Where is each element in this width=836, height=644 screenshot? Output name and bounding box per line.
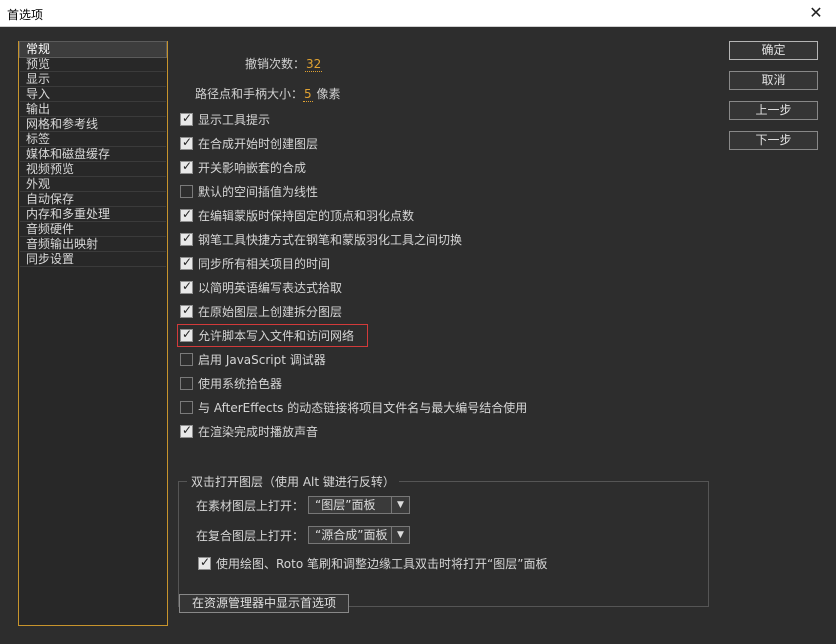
sidebar-item-output[interactable]: 输出 bbox=[20, 102, 166, 117]
comp-layer-row: 在复合图层上打开： “源合成”面板 ▼ bbox=[196, 526, 411, 544]
path-point-size-row: 路径点和手柄大小：5 像素 bbox=[195, 85, 341, 102]
highlight-box bbox=[177, 324, 368, 347]
sidebar-item-grids-guides[interactable]: 网格和参考线 bbox=[20, 117, 166, 132]
checkbox-icon[interactable] bbox=[180, 111, 193, 126]
sidebar-item-display[interactable]: 显示 bbox=[20, 72, 166, 87]
checkbox-icon[interactable] bbox=[180, 207, 193, 222]
undo-levels-label: 撤销次数： bbox=[245, 57, 306, 71]
checkbox-icon[interactable] bbox=[180, 352, 193, 366]
comp-layer-label: 在复合图层上打开： bbox=[196, 528, 305, 543]
checkbox-icon[interactable] bbox=[180, 376, 193, 390]
sidebar-item-audio-output[interactable]: 音频输出映射 bbox=[20, 237, 166, 252]
option-plain-english-pickwhip[interactable]: 以简明英语编写表达式拾取 bbox=[180, 278, 342, 296]
option-split-layers-above[interactable]: 在原始图层上创建拆分图层 bbox=[180, 302, 342, 320]
comp-layer-select[interactable]: “源合成”面板 ▼ bbox=[308, 526, 411, 544]
option-label: 同步所有相关项目的时间 bbox=[198, 256, 331, 271]
checkbox-icon[interactable] bbox=[180, 184, 193, 198]
checkbox-icon[interactable] bbox=[180, 231, 193, 246]
double-click-group: 双击打开图层（使用 Alt 键进行反转） 在素材图层上打开： “图层”面板 ▼ … bbox=[178, 473, 709, 607]
next-button[interactable]: 下一步 bbox=[729, 131, 818, 150]
option-preserve-vertex-count[interactable]: 在编辑蒙版时保持固定的顶点和羽化点数 bbox=[180, 206, 414, 224]
ok-button[interactable]: 确定 bbox=[729, 41, 818, 60]
sidebar-item-video-preview[interactable]: 视频预览 bbox=[20, 162, 166, 177]
preferences-dialog: 常规 预览 显示 导入 输出 网格和参考线 标签 媒体和磁盘缓存 视频预览 外观… bbox=[0, 27, 836, 644]
footage-layer-row: 在素材图层上打开： “图层”面板 ▼ bbox=[196, 496, 411, 514]
option-label: 钢笔工具快捷方式在钢笔和蒙版羽化工具之间切换 bbox=[198, 232, 463, 247]
checkbox-icon[interactable] bbox=[180, 159, 193, 174]
sidebar-item-sync[interactable]: 同步设置 bbox=[20, 252, 166, 267]
sidebar-item-previews[interactable]: 预览 bbox=[20, 57, 166, 72]
checkbox-icon[interactable] bbox=[180, 423, 193, 438]
option-label: 在原始图层上创建拆分图层 bbox=[198, 304, 343, 319]
path-point-size-value[interactable]: 5 bbox=[303, 87, 313, 102]
close-icon[interactable]: ✕ bbox=[806, 3, 826, 22]
option-label: 使用绘图、Roto 笔刷和调整边缘工具双击时将打开“图层”面板 bbox=[216, 556, 548, 571]
option-label: 在合成开始时创建图层 bbox=[198, 136, 319, 151]
sidebar-item-general[interactable]: 常规 bbox=[19, 41, 167, 58]
option-paint-opens-layer-panel[interactable]: 使用绘图、Roto 笔刷和调整边缘工具双击时将打开“图层”面板 bbox=[196, 554, 547, 572]
option-show-tooltips[interactable]: 显示工具提示 bbox=[180, 110, 270, 128]
option-label: 以简明英语编写表达式拾取 bbox=[198, 280, 343, 295]
checkbox-icon[interactable] bbox=[180, 255, 193, 270]
reveal-preferences-button[interactable]: 在资源管理器中显示首选项 bbox=[179, 594, 349, 613]
dropdown-arrow-icon[interactable]: ▼ bbox=[391, 527, 409, 543]
undo-levels-value[interactable]: 32 bbox=[305, 57, 323, 72]
comp-layer-value: “源合成”面板 bbox=[315, 528, 388, 542]
option-label: 显示工具提示 bbox=[198, 112, 271, 127]
checkbox-icon[interactable] bbox=[198, 555, 211, 570]
sidebar-item-media-cache[interactable]: 媒体和磁盘缓存 bbox=[20, 147, 166, 162]
dropdown-arrow-icon[interactable]: ▼ bbox=[391, 497, 409, 513]
group-legend: 双击打开图层（使用 Alt 键进行反转） bbox=[187, 473, 399, 490]
path-point-size-unit: 像素 bbox=[316, 87, 341, 101]
checkbox-icon[interactable] bbox=[180, 400, 193, 414]
option-dynamic-link-filenames[interactable]: 与 AfterEffects 的动态链接将项目文件名与最大编号结合使用 bbox=[180, 398, 527, 416]
undo-levels-row: 撤销次数：32 bbox=[245, 55, 323, 72]
option-label: 使用系统拾色器 bbox=[198, 376, 283, 391]
checkbox-icon[interactable] bbox=[180, 279, 193, 294]
option-label: 默认的空间插值为线性 bbox=[198, 184, 319, 199]
window-title: 首选项 bbox=[7, 8, 44, 22]
option-play-sound-on-render[interactable]: 在渲染完成时播放声音 bbox=[180, 422, 318, 440]
sidebar-item-labels[interactable]: 标签 bbox=[20, 132, 166, 147]
checkbox-icon[interactable] bbox=[180, 135, 193, 150]
cancel-button[interactable]: 取消 bbox=[729, 71, 818, 90]
option-label: 启用 JavaScript 调试器 bbox=[198, 352, 326, 367]
sidebar-item-appearance[interactable]: 外观 bbox=[20, 177, 166, 192]
option-pen-tool-shortcut[interactable]: 钢笔工具快捷方式在钢笔和蒙版羽化工具之间切换 bbox=[180, 230, 462, 248]
option-label: 在编辑蒙版时保持固定的顶点和羽化点数 bbox=[198, 208, 415, 223]
footage-layer-value: “图层”面板 bbox=[315, 498, 376, 512]
option-javascript-debugger[interactable]: 启用 JavaScript 调试器 bbox=[180, 350, 326, 368]
option-sync-time[interactable]: 同步所有相关项目的时间 bbox=[180, 254, 330, 272]
sidebar-item-auto-save[interactable]: 自动保存 bbox=[20, 192, 166, 207]
option-linear-interpolation[interactable]: 默认的空间插值为线性 bbox=[180, 182, 318, 200]
option-label: 在渲染完成时播放声音 bbox=[198, 424, 319, 439]
option-system-color-picker[interactable]: 使用系统拾色器 bbox=[180, 374, 282, 392]
sidebar-item-audio-hardware[interactable]: 音频硬件 bbox=[20, 222, 166, 237]
option-label: 开关影响嵌套的合成 bbox=[198, 160, 307, 175]
sidebar-item-memory[interactable]: 内存和多重处理 bbox=[20, 207, 166, 222]
category-list: 常规 预览 显示 导入 输出 网格和参考线 标签 媒体和磁盘缓存 视频预览 外观… bbox=[18, 41, 168, 626]
option-label: 与 AfterEffects 的动态链接将项目文件名与最大编号结合使用 bbox=[198, 400, 528, 415]
sidebar-item-import[interactable]: 导入 bbox=[20, 87, 166, 102]
option-switches-affect-nested[interactable]: 开关影响嵌套的合成 bbox=[180, 158, 306, 176]
option-create-layers-at-start[interactable]: 在合成开始时创建图层 bbox=[180, 134, 318, 152]
path-point-size-label: 路径点和手柄大小： bbox=[195, 87, 304, 101]
footage-layer-label: 在素材图层上打开： bbox=[196, 498, 305, 513]
footage-layer-select[interactable]: “图层”面板 ▼ bbox=[308, 496, 411, 514]
checkbox-icon[interactable] bbox=[180, 303, 193, 318]
previous-button[interactable]: 上一步 bbox=[729, 101, 818, 120]
title-bar: 首选项 ✕ bbox=[0, 0, 836, 27]
